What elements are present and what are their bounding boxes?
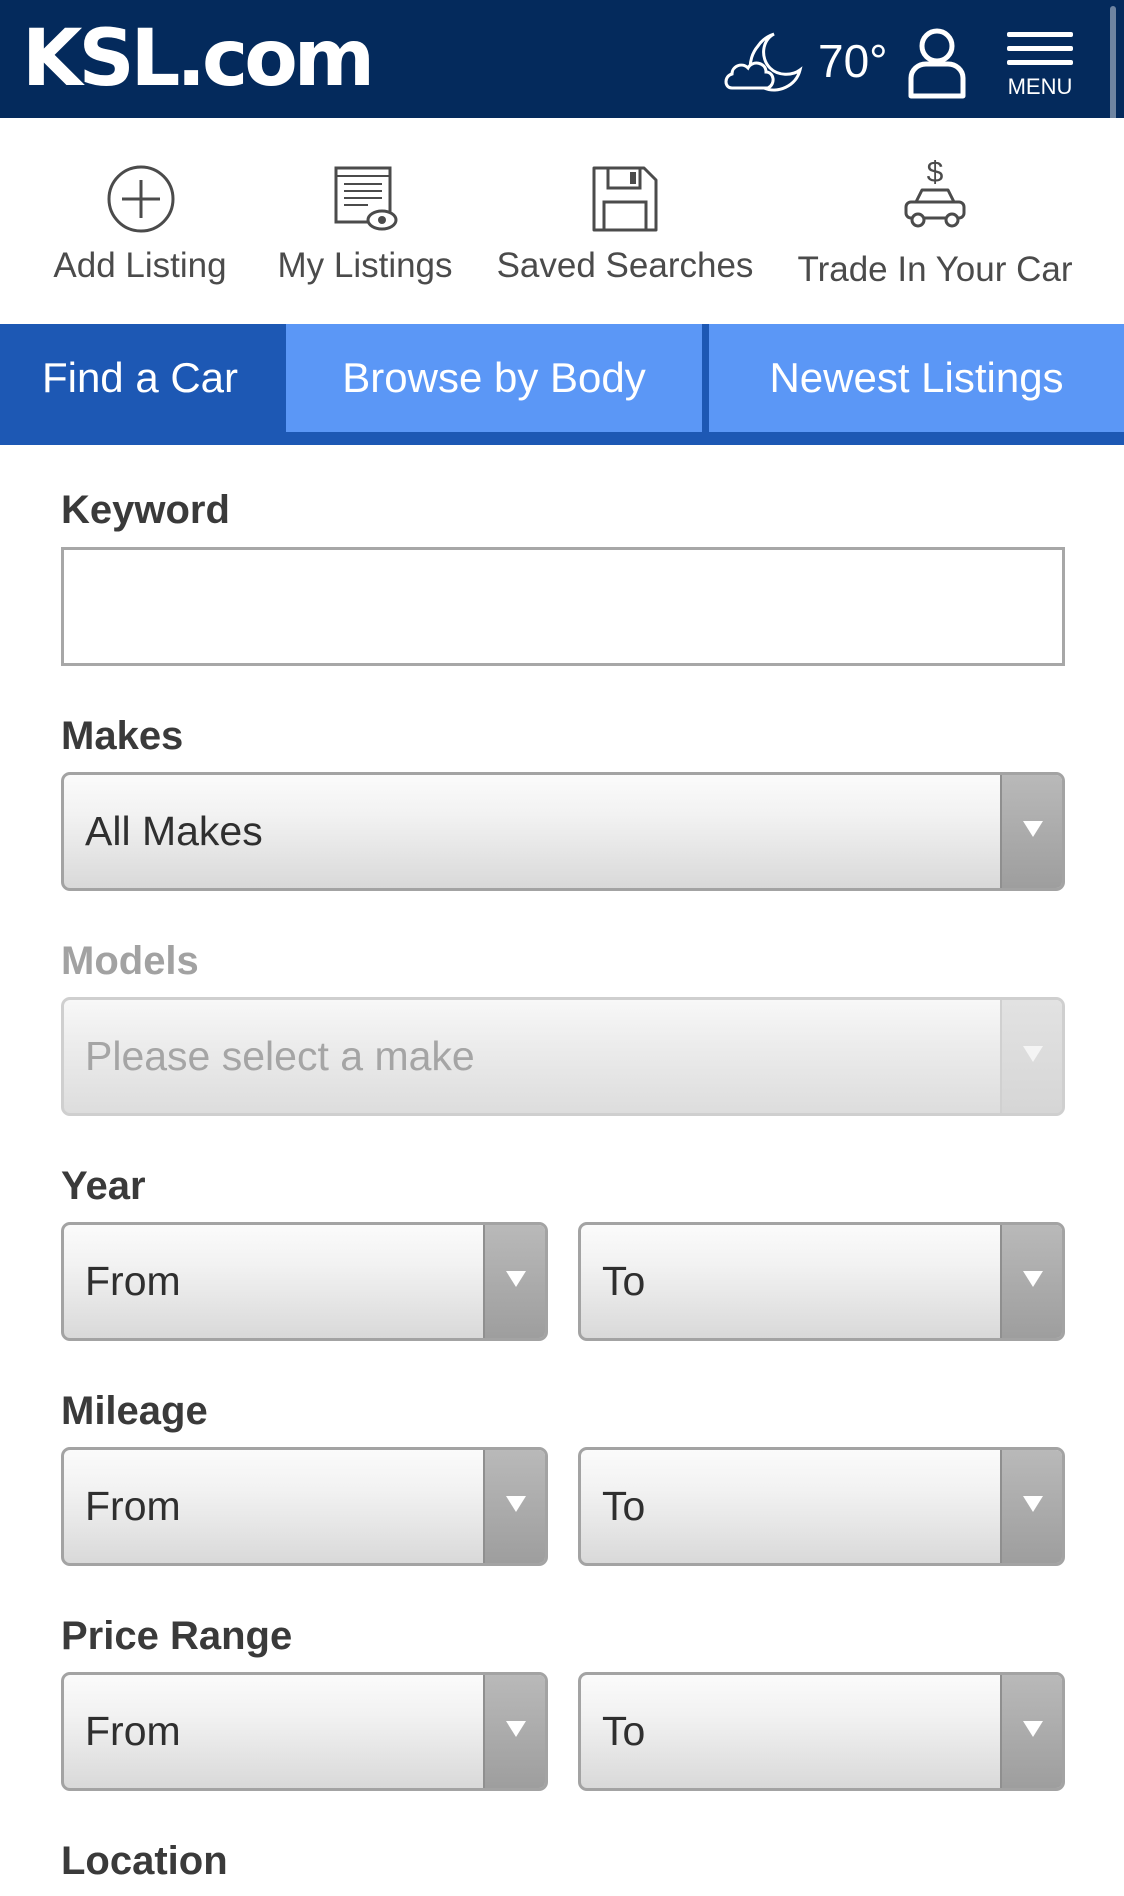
price-to-select[interactable]: To: [578, 1672, 1065, 1791]
makes-value: All Makes: [85, 808, 263, 854]
mileage-from-select[interactable]: From: [61, 1447, 548, 1566]
search-tabs: Find a Car Browse by Body Newest Listing…: [0, 324, 1124, 445]
makes-label: Makes: [61, 714, 184, 758]
year-from-value: From: [85, 1258, 181, 1304]
site-header: KSL.com 70° MENU: [0, 0, 1124, 126]
chevron-down-icon: [506, 1271, 526, 1287]
add-listing-label: Add Listing: [53, 246, 227, 285]
dropdown-button: [483, 1675, 545, 1788]
add-circle-icon: [107, 165, 175, 233]
tab-browse-by-body[interactable]: Browse by Body: [286, 324, 702, 432]
models-label: Models: [61, 939, 199, 983]
mileage-to-select[interactable]: To: [578, 1447, 1065, 1566]
tab-find-a-car[interactable]: Find a Car: [0, 324, 280, 432]
makes-select[interactable]: All Makes: [61, 772, 1065, 891]
dropdown-button: [1000, 1450, 1062, 1563]
saved-searches-button[interactable]: Saved Searches: [490, 118, 760, 324]
chevron-down-icon: [1023, 1721, 1043, 1737]
models-select[interactable]: Please select a make: [61, 997, 1065, 1116]
price-from-select[interactable]: From: [61, 1672, 548, 1791]
my-listings-label: My Listings: [277, 246, 453, 285]
temperature: 70°: [818, 35, 888, 87]
dropdown-button: [483, 1225, 545, 1338]
chevron-down-icon: [1023, 1271, 1043, 1287]
svg-text:$: $: [927, 158, 944, 189]
dropdown-button: [1000, 1675, 1062, 1788]
dropdown-button: [1000, 1000, 1062, 1113]
floppy-disk-icon: [592, 166, 658, 232]
my-listings-button[interactable]: My Listings: [265, 118, 465, 324]
hamburger-bar: [1007, 46, 1073, 51]
year-label: Year: [61, 1164, 146, 1208]
cloud-moon-icon: [724, 32, 803, 92]
saved-searches-label: Saved Searches: [496, 246, 754, 285]
trade-in-button[interactable]: $ Trade In Your Car: [785, 118, 1085, 324]
models-value: Please select a make: [85, 1033, 475, 1079]
chevron-down-icon: [1023, 1046, 1043, 1062]
hamburger-icon: [1007, 32, 1073, 37]
year-to-value: To: [602, 1258, 646, 1304]
year-from-select[interactable]: From: [61, 1222, 548, 1341]
scrollbar[interactable]: [1110, 6, 1116, 126]
keyword-input[interactable]: [61, 547, 1065, 666]
mileage-label: Mileage: [61, 1389, 208, 1433]
add-listing-button[interactable]: Add Listing: [40, 118, 240, 324]
dropdown-button: [1000, 1225, 1062, 1338]
hamburger-bar: [1007, 60, 1073, 65]
quick-actions: Add Listing My Listings Saved Searches $: [0, 118, 1124, 324]
tab-newest-listings[interactable]: Newest Listings: [709, 324, 1124, 432]
dropdown-button: [1000, 775, 1062, 888]
location-label: Location: [61, 1839, 228, 1883]
mileage-to-value: To: [602, 1483, 646, 1529]
menu-label: MENU: [1007, 74, 1073, 99]
price-range-label: Price Range: [61, 1614, 293, 1658]
price-from-value: From: [85, 1708, 181, 1754]
keyword-label: Keyword: [61, 488, 230, 532]
chevron-down-icon: [506, 1496, 526, 1512]
chevron-down-icon: [1023, 821, 1043, 837]
price-to-value: To: [602, 1708, 646, 1754]
mileage-from-value: From: [85, 1483, 181, 1529]
site-logo[interactable]: KSL.com: [22, 14, 375, 104]
chevron-down-icon: [1023, 1496, 1043, 1512]
dropdown-button: [483, 1450, 545, 1563]
menu-button[interactable]: MENU: [1004, 30, 1076, 102]
car-dollar-icon: $: [904, 158, 966, 228]
chevron-down-icon: [506, 1721, 526, 1737]
my-listings-icon: [334, 166, 398, 231]
year-to-select[interactable]: To: [578, 1222, 1065, 1341]
trade-in-label: Trade In Your Car: [797, 250, 1073, 289]
user-icon[interactable]: [906, 26, 968, 100]
